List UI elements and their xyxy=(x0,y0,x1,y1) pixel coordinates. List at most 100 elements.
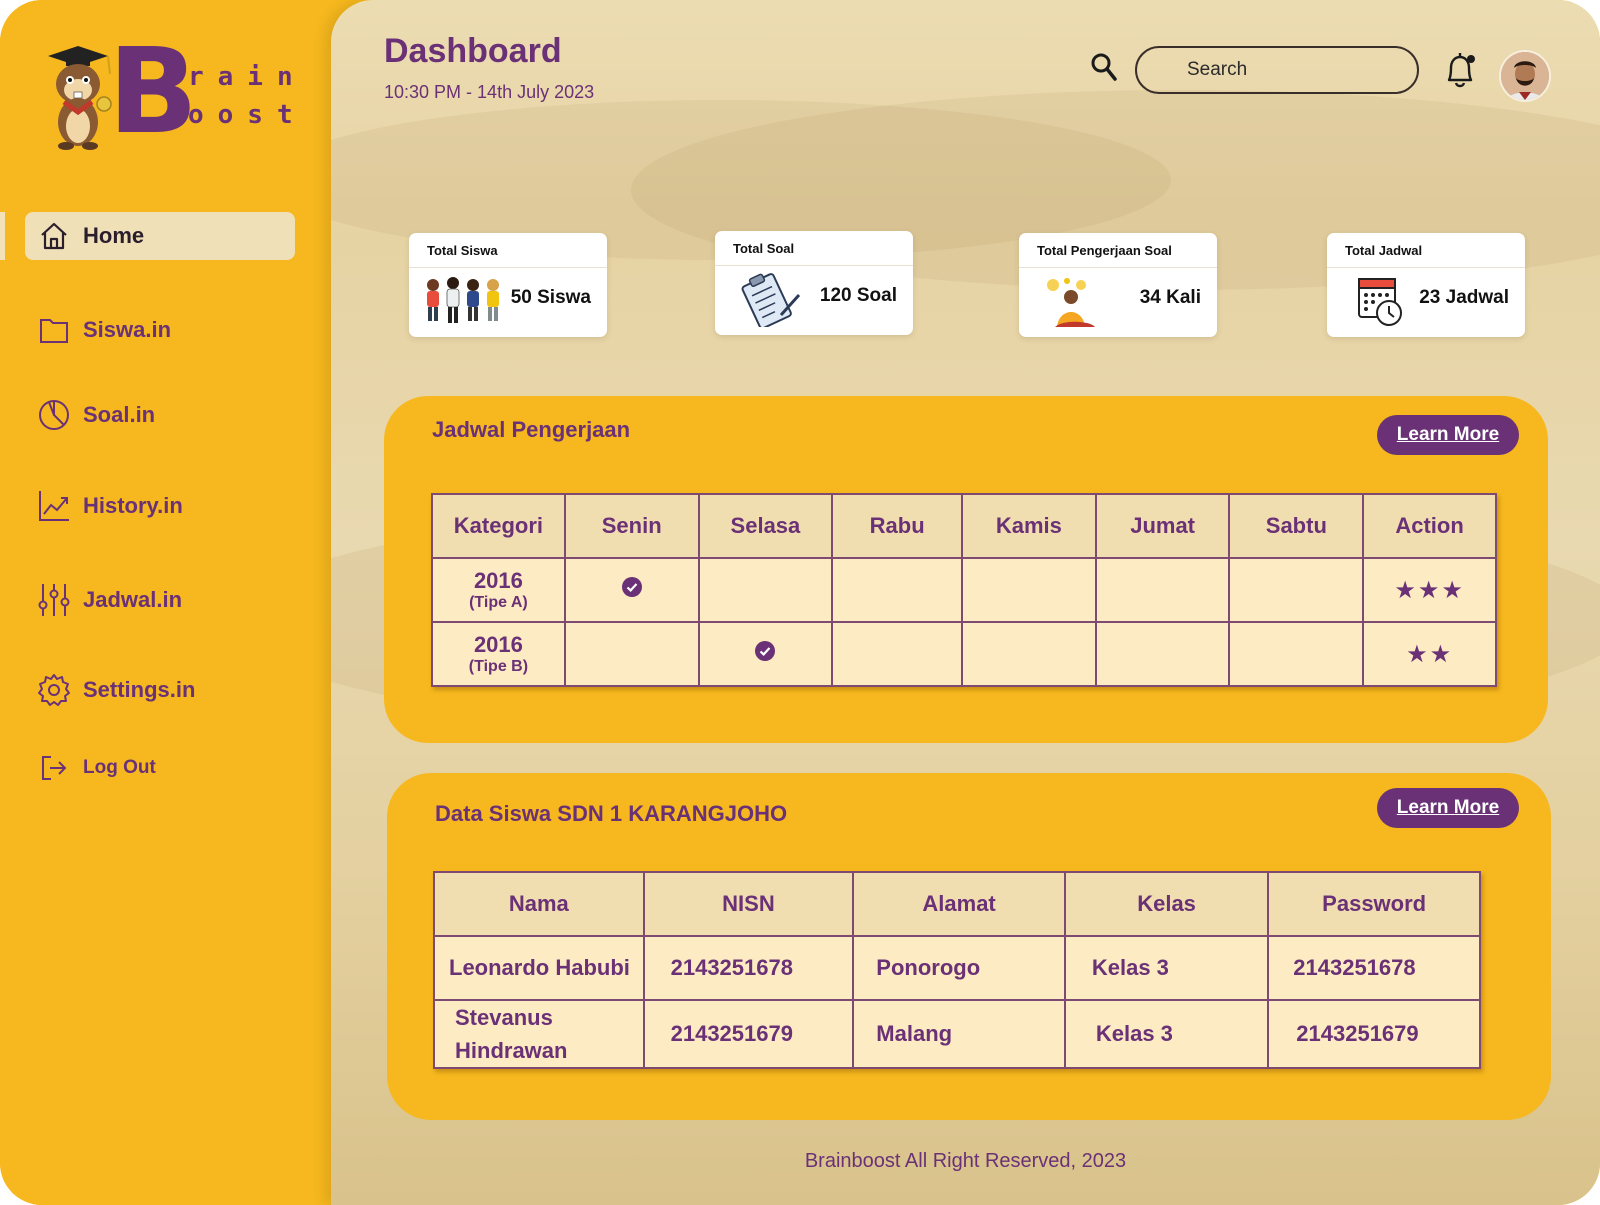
sidebar: B rain oost Home Siswa.in Soal.in Histor… xyxy=(0,0,360,1205)
stat-card-siswa[interactable]: Total Siswa 50 Siswa xyxy=(409,233,607,337)
column-header[interactable]: Jumat xyxy=(1094,493,1231,559)
beaver-mascot-icon xyxy=(48,46,112,150)
bell-notification-icon[interactable] xyxy=(1443,50,1477,90)
schedule-table: Kategori Senin Selasa Rabu Kamis Jumat S… xyxy=(431,493,1497,687)
page-datetime: 10:30 PM - 14th July 2023 xyxy=(384,82,595,102)
column-header[interactable]: Kamis xyxy=(961,493,1097,559)
main-content: Dashboard 10:30 PM - 14th July 2023 Tota… xyxy=(331,0,1600,1205)
day-cell[interactable] xyxy=(961,621,1097,687)
card-value: 23 Jadwal xyxy=(1419,287,1509,308)
student-name: Leonardo Habubi xyxy=(433,935,645,1001)
sidebar-item-history[interactable]: History.in xyxy=(25,482,295,530)
calendar-clock-icon xyxy=(1358,278,1402,326)
card-divider xyxy=(409,267,607,268)
sidebar-item-logout[interactable]: Log Out xyxy=(25,744,295,792)
rating-stars[interactable]: ★★★ xyxy=(1394,577,1465,604)
user-avatar[interactable] xyxy=(1501,52,1549,100)
sidebar-item-siswa[interactable]: Siswa.in xyxy=(25,306,295,354)
student-password: 2143251678 xyxy=(1267,935,1481,1001)
sidebar-item-jadwal[interactable]: Jadwal.in xyxy=(25,576,295,624)
table-row[interactable]: 2016 (Tipe A) ★★★ xyxy=(431,557,1497,623)
user-portrait-icon xyxy=(1501,52,1549,100)
stat-card-soal[interactable]: Total Soal 120 Soal xyxy=(715,231,913,335)
column-header[interactable]: NISN xyxy=(642,871,855,937)
rating-stars[interactable]: ★★ xyxy=(1406,641,1453,668)
sidebar-item-label: Siswa.in xyxy=(83,317,172,342)
column-header[interactable]: Senin xyxy=(563,493,700,559)
column-header[interactable]: Password xyxy=(1267,871,1481,937)
sidebar-item-home[interactable]: Home xyxy=(25,212,295,260)
category-type: (Tipe A) xyxy=(469,594,528,611)
card-title: Total Pengerjaan Soal xyxy=(1037,243,1172,258)
day-cell[interactable] xyxy=(961,557,1097,623)
folder-icon xyxy=(25,314,83,346)
stat-card-jadwal[interactable]: Total Jadwal 23 Jadwal xyxy=(1327,233,1525,337)
student-address: Ponorogo xyxy=(852,935,1066,1001)
day-cell[interactable] xyxy=(1228,557,1365,623)
sidebar-item-label: Soal.in xyxy=(83,402,156,427)
check-circle-icon xyxy=(621,577,642,597)
sidebar-item-label: Jadwal.in xyxy=(83,587,183,612)
student-password: 2143251679 xyxy=(1267,999,1481,1069)
table-row[interactable]: Leonardo Habubi 2143251678 Ponorogo Kela… xyxy=(433,935,1481,1001)
schedule-learn-more-button[interactable]: Learn More xyxy=(1377,415,1519,455)
day-cell[interactable] xyxy=(563,557,700,623)
students-icon xyxy=(427,277,499,323)
clipboard-icon xyxy=(741,273,801,327)
search-icon[interactable] xyxy=(1091,52,1117,82)
column-header[interactable]: Nama xyxy=(433,871,645,937)
day-cell[interactable] xyxy=(831,621,963,687)
search-input[interactable] xyxy=(1135,46,1419,94)
table-header-row: Nama NISN Alamat Kelas Password xyxy=(433,871,1481,937)
sidebar-item-label: Log Out xyxy=(83,757,156,778)
students-title: Data Siswa SDN 1 KARANGJOHO xyxy=(435,801,788,826)
category-type: (Tipe B) xyxy=(468,658,529,675)
thinking-person-icon xyxy=(1047,278,1095,327)
card-divider xyxy=(715,265,913,266)
card-value: 34 Kali xyxy=(1139,287,1201,308)
column-header[interactable]: Alamat xyxy=(852,871,1066,937)
nav-active-indicator xyxy=(0,212,5,260)
logout-icon xyxy=(25,754,83,782)
day-cell[interactable] xyxy=(1094,621,1231,687)
day-cell[interactable] xyxy=(563,621,700,687)
student-nisn: 2143251679 xyxy=(642,999,855,1069)
day-cell[interactable] xyxy=(697,557,834,623)
students-learn-more-button[interactable]: Learn More xyxy=(1377,788,1519,828)
day-cell[interactable] xyxy=(831,557,963,623)
category-cell: 2016 (Tipe B) xyxy=(431,621,566,687)
day-cell[interactable] xyxy=(697,621,834,687)
column-header[interactable]: Selasa xyxy=(697,493,834,559)
action-cell[interactable]: ★★★ xyxy=(1362,557,1497,623)
sidebar-item-soal[interactable]: Soal.in xyxy=(25,391,295,439)
column-header[interactable]: Kelas xyxy=(1063,871,1270,937)
check-circle-icon xyxy=(755,641,776,661)
column-header[interactable]: Rabu xyxy=(831,493,963,559)
card-title: Total Soal xyxy=(733,241,795,256)
card-title: Total Jadwal xyxy=(1345,243,1423,258)
stat-card-pengerjaan[interactable]: Total Pengerjaan Soal 34 Kali xyxy=(1019,233,1217,337)
pie-chart-icon xyxy=(25,398,83,432)
brand-logo[interactable]: B rain oost xyxy=(38,32,298,155)
action-cell[interactable]: ★★ xyxy=(1362,621,1497,687)
card-value: 120 Soal xyxy=(819,285,897,306)
table-row[interactable]: Stevanus Hindrawan 2143251679 Malang Kel… xyxy=(433,999,1481,1069)
day-cell[interactable] xyxy=(1094,557,1231,623)
card-divider xyxy=(1327,267,1525,268)
sidebar-item-label: History.in xyxy=(83,493,183,518)
logo-initial: B xyxy=(108,22,198,160)
column-header[interactable]: Kategori xyxy=(431,493,566,559)
day-cell[interactable] xyxy=(1228,621,1365,687)
column-header[interactable]: Action xyxy=(1362,493,1497,559)
sidebar-item-label: Home xyxy=(83,223,145,248)
category-year: 2016 xyxy=(473,568,523,593)
schedule-title: Jadwal Pengerjaan xyxy=(432,417,631,442)
column-header[interactable]: Sabtu xyxy=(1228,493,1365,559)
card-title: Total Siswa xyxy=(427,243,498,258)
card-value: 50 Siswa xyxy=(510,287,591,308)
table-header-row: Kategori Senin Selasa Rabu Kamis Jumat S… xyxy=(431,493,1497,559)
category-year: 2016 xyxy=(473,632,523,657)
sidebar-item-settings[interactable]: Settings.in xyxy=(25,666,295,714)
table-row[interactable]: 2016 (Tipe B) ★★ xyxy=(431,621,1497,687)
schedule-panel: Jadwal Pengerjaan Learn More Kategori Se… xyxy=(384,396,1548,743)
